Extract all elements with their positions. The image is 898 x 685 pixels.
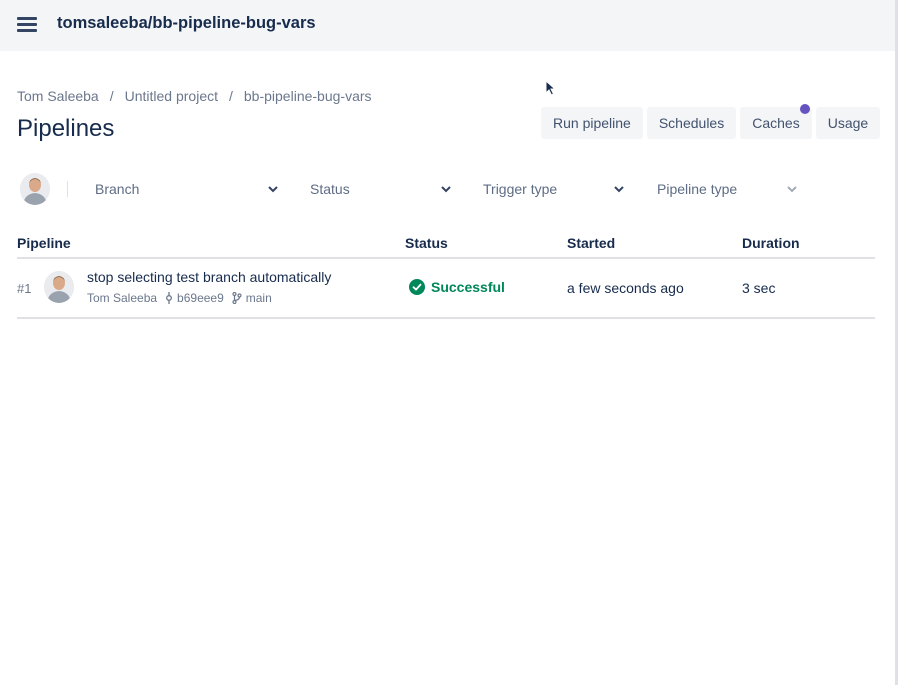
page-title: Pipelines	[17, 115, 115, 142]
breadcrumb-item-repo[interactable]: bb-pipeline-bug-vars	[244, 88, 372, 104]
breadcrumb-separator: /	[229, 88, 233, 104]
column-header-pipeline: Pipeline	[17, 235, 71, 251]
branch-filter-label: Branch	[95, 181, 140, 197]
duration: 3 sec	[742, 280, 776, 296]
status-text: Successful	[431, 279, 505, 295]
pipeline-number[interactable]: #1	[17, 281, 31, 296]
branch-icon	[232, 292, 242, 304]
breadcrumb-separator: /	[109, 88, 114, 104]
branch-name[interactable]: main	[246, 291, 272, 305]
usage-button[interactable]: Usage	[815, 107, 881, 139]
chevron-down-icon	[268, 186, 278, 193]
chevron-down-icon	[614, 186, 624, 193]
column-header-duration: Duration	[742, 235, 800, 251]
trigger-type-filter[interactable]: Trigger type	[483, 181, 628, 197]
column-header-started: Started	[567, 235, 616, 251]
status-badge[interactable]: Successful	[409, 279, 505, 295]
top-bar: tomsaleeba/bb-pipeline-bug-vars	[0, 0, 895, 51]
mouse-cursor-icon	[545, 80, 557, 96]
pipeline-author: Tom Saleeba	[87, 291, 158, 305]
breadcrumb: Tom Saleeba / Untitled project / bb-pipe…	[17, 88, 372, 104]
trigger-type-filter-label: Trigger type	[483, 181, 558, 197]
notification-dot	[800, 104, 810, 114]
pipeline-meta: Tom Saleeba b69eee9 main	[87, 291, 272, 305]
avatar	[44, 271, 74, 303]
breadcrumb-item-owner[interactable]: Tom Saleeba	[17, 88, 99, 104]
pipeline-type-filter[interactable]: Pipeline type	[657, 181, 802, 197]
check-circle-icon	[409, 279, 425, 295]
author-filter-avatar[interactable]	[20, 173, 50, 205]
commit-icon	[165, 292, 173, 304]
filter-bar: Branch Status Trigger type Pipeline type	[17, 172, 877, 206]
run-pipeline-button[interactable]: Run pipeline	[541, 107, 643, 139]
pipeline-type-filter-label: Pipeline type	[657, 181, 738, 197]
commit-hash[interactable]: b69eee9	[177, 291, 224, 305]
pipeline-title[interactable]: stop selecting test branch automatically	[87, 269, 331, 285]
branch-filter[interactable]: Branch	[95, 181, 280, 197]
pipelines-table-header: Pipeline Status Started Duration	[17, 235, 875, 259]
schedules-button[interactable]: Schedules	[646, 107, 737, 139]
chevron-down-icon	[787, 186, 797, 193]
menu-icon[interactable]	[17, 16, 37, 32]
chevron-down-icon	[441, 186, 451, 193]
status-filter-label: Status	[310, 181, 350, 197]
repo-title[interactable]: tomsaleeba/bb-pipeline-bug-vars	[57, 14, 316, 33]
pipeline-actions: Run pipeline Schedules Caches Usage	[541, 107, 881, 139]
started-time: a few seconds ago	[567, 280, 684, 296]
filter-divider	[67, 181, 68, 197]
table-row[interactable]: #1 stop selecting test branch automatica…	[17, 259, 875, 319]
status-filter[interactable]: Status	[310, 181, 455, 197]
column-header-status: Status	[405, 235, 448, 251]
breadcrumb-item-project[interactable]: Untitled project	[125, 88, 218, 104]
